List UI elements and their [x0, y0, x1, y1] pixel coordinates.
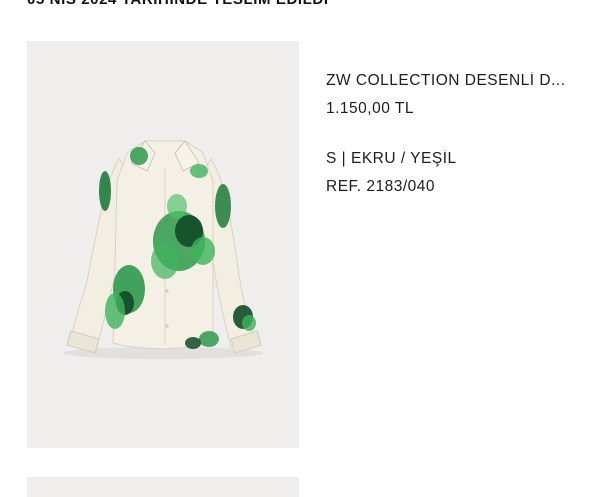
floral-shirt-image — [63, 140, 263, 359]
product-reference: REF. 2183/040 — [326, 178, 436, 195]
product-name[interactable]: ZW COLLECTION DESENLİ D... — [326, 72, 576, 90]
product-price: 1.150,00 TL — [326, 100, 414, 117]
product-variant: S | EKRU / YEŞİL — [326, 150, 457, 167]
delivery-status: 05 NİS 2024 TARİHİNDE TESLİM EDİLDİ — [27, 0, 329, 8]
product-info: ZW COLLECTION DESENLİ D... 1.150,00 TL S… — [326, 72, 576, 196]
product-image[interactable] — [27, 41, 299, 448]
next-product-image[interactable] — [27, 477, 299, 497]
